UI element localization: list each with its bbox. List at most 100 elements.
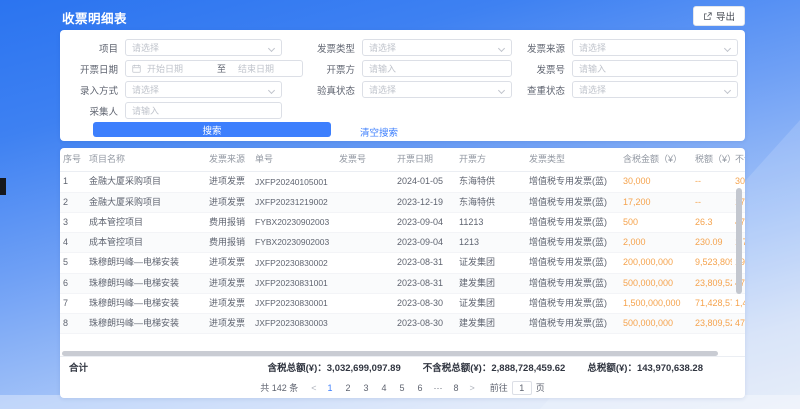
cell-seq: 6 [60, 273, 86, 293]
col-source: 发票来源 [206, 148, 252, 172]
cell-amount: 500,000,000 [620, 314, 692, 334]
goto-page-input[interactable] [512, 381, 532, 395]
summary-row: 合计 含税总额(¥)：3,032,699,097.89 不含税总额(¥)：2,8… [60, 356, 745, 377]
cell-seq: 5 [60, 253, 86, 273]
end-date-input[interactable] [232, 61, 302, 76]
table-row[interactable]: 3 成本管控项目 费用报销 FYBX20230902003 2023-09-04… [60, 212, 745, 232]
vertical-scrollbar[interactable] [736, 188, 742, 294]
pagination-total: 共 142 条 [260, 381, 298, 394]
cell-order-no: JXFP20230830002 [252, 253, 336, 273]
next-page-button[interactable]: > [468, 383, 477, 393]
invoice-table-panel: 序号 项目名称 发票来源 单号 发票号 开票日期 开票方 发票类型 含税金额（¥… [60, 148, 745, 398]
start-date-input[interactable] [141, 61, 211, 76]
table-row[interactable]: 7 珠穆朗玛峰—电梯安装 进项发票 JXFP20230830001 2023-0… [60, 293, 745, 313]
dup-status-select[interactable] [572, 81, 738, 98]
project-select[interactable] [125, 39, 282, 56]
filter-collector: 采集人 [68, 102, 282, 119]
project-select-input[interactable] [126, 40, 281, 55]
entry-method-select[interactable] [125, 81, 282, 98]
cell-date: 2024-01-05 [394, 172, 456, 192]
cell-invoice-no [336, 314, 394, 334]
page-number-button[interactable]: 3 [360, 383, 373, 393]
page-number-button[interactable]: 2 [342, 383, 355, 393]
invoice-type-select-input[interactable] [363, 40, 511, 55]
cell-tax: 23,809,523.81 [692, 273, 732, 293]
cell-source: 进项发票 [206, 172, 252, 192]
cell-invoice-no [336, 192, 394, 212]
cell-amount: 1,500,000,000 [620, 293, 692, 313]
verify-status-select[interactable] [362, 81, 512, 98]
cell-seq: 3 [60, 212, 86, 232]
collector-input[interactable] [126, 103, 281, 118]
table-header-row: 序号 项目名称 发票来源 单号 发票号 开票日期 开票方 发票类型 含税金额（¥… [60, 148, 745, 172]
clear-search-link[interactable]: 清空搜索 [360, 125, 398, 139]
invoice-no-field[interactable] [572, 60, 738, 77]
invoice-source-select[interactable] [572, 39, 738, 56]
page-number-button[interactable]: 6 [414, 383, 427, 393]
invoice-type-select[interactable] [362, 39, 512, 56]
date-range-picker[interactable]: 至 [125, 60, 303, 77]
collector-field[interactable] [125, 102, 282, 119]
total-tax: 总税额(¥)：143,970,638.28 [587, 360, 703, 374]
col-type: 发票类型 [526, 148, 620, 172]
cell-project: 金融大厦采购项目 [86, 192, 206, 212]
invoice-source-select-input[interactable] [573, 40, 737, 55]
dup-status-select-input[interactable] [573, 82, 737, 97]
cell-source: 进项发票 [206, 273, 252, 293]
cell-order-no: FYBX20230902003 [252, 212, 336, 232]
cell-project: 金融大厦采购项目 [86, 172, 206, 192]
cell-date: 2023-08-31 [394, 253, 456, 273]
cell-tax: 71,428,571.43 [692, 293, 732, 313]
cell-type: 增值税专用发票(蓝) [526, 192, 620, 212]
cell-net: 476,190,476.19 [732, 314, 745, 334]
total-incl-tax: 含税总额(¥)：3,032,699,097.89 [268, 360, 401, 374]
cell-invoice-no [336, 172, 394, 192]
filter-verify-status: 验真状态 [312, 81, 512, 98]
cell-type: 增值税专用发票(蓝) [526, 273, 620, 293]
search-button[interactable]: 搜索 [93, 122, 331, 137]
cell-source: 进项发票 [206, 293, 252, 313]
verify-status-select-input[interactable] [363, 82, 511, 97]
page-number-button[interactable]: 5 [396, 383, 409, 393]
filter-entry-method: 录入方式 [68, 81, 282, 98]
goto-page: 前往 页 [490, 381, 545, 395]
entry-method-select-input[interactable] [126, 82, 281, 97]
table-row[interactable]: 6 珠穆朗玛峰—电梯安装 进项发票 JXFP20230831001 2023-0… [60, 273, 745, 293]
table-row[interactable]: 8 珠穆朗玛峰—电梯安装 进项发票 JXFP20230830003 2023-0… [60, 314, 745, 334]
invoice-source-label: 发票来源 [516, 41, 572, 55]
issuer-field[interactable] [362, 60, 512, 77]
export-button[interactable]: 导出 [693, 6, 745, 26]
cell-amount: 500,000,000 [620, 273, 692, 293]
cell-amount: 30,000 [620, 172, 692, 192]
table-scroll-area[interactable]: 序号 项目名称 发票来源 单号 发票号 开票日期 开票方 发票类型 含税金额（¥… [60, 148, 745, 334]
export-icon [703, 12, 712, 21]
filter-invoice-type: 发票类型 [312, 39, 512, 56]
project-label: 项目 [68, 41, 125, 55]
cell-party: 建发集团 [456, 273, 526, 293]
page-title: 收票明细表 [62, 8, 127, 27]
page-number-button[interactable]: 8 [450, 383, 463, 393]
cell-tax: -- [692, 192, 732, 212]
cell-source: 费用报销 [206, 212, 252, 232]
cell-type: 增值税专用发票(蓝) [526, 212, 620, 232]
table-row[interactable]: 1 金融大厦采购项目 进项发票 JXFP20240105001 2024-01-… [60, 172, 745, 192]
cell-date: 2023-08-31 [394, 273, 456, 293]
cell-type: 增值税专用发票(蓝) [526, 314, 620, 334]
page-number-button[interactable]: 4 [378, 383, 391, 393]
invoice-type-label: 发票类型 [312, 41, 362, 55]
cell-project: 成本管控项目 [86, 233, 206, 253]
invoice-no-input[interactable] [573, 61, 737, 76]
cell-amount: 2,000 [620, 233, 692, 253]
cell-date: 2023-12-19 [394, 192, 456, 212]
col-date: 开票日期 [394, 148, 456, 172]
table-row[interactable]: 4 成本管控项目 费用报销 FYBX20230902003 2023-09-04… [60, 233, 745, 253]
table-row[interactable]: 5 珠穆朗玛峰—电梯安装 进项发票 JXFP20230830002 2023-0… [60, 253, 745, 273]
table-row[interactable]: 2 金融大厦采购项目 进项发票 JXFP20231219002 2023-12-… [60, 192, 745, 212]
goto-label: 前往 [490, 381, 508, 394]
issuer-input[interactable] [363, 61, 511, 76]
prev-page-button[interactable]: < [309, 383, 318, 393]
page-number-button[interactable]: ··· [432, 383, 445, 393]
cell-invoice-no [336, 233, 394, 253]
cell-party: 建发集团 [456, 314, 526, 334]
page-number-button[interactable]: 1 [324, 383, 337, 393]
